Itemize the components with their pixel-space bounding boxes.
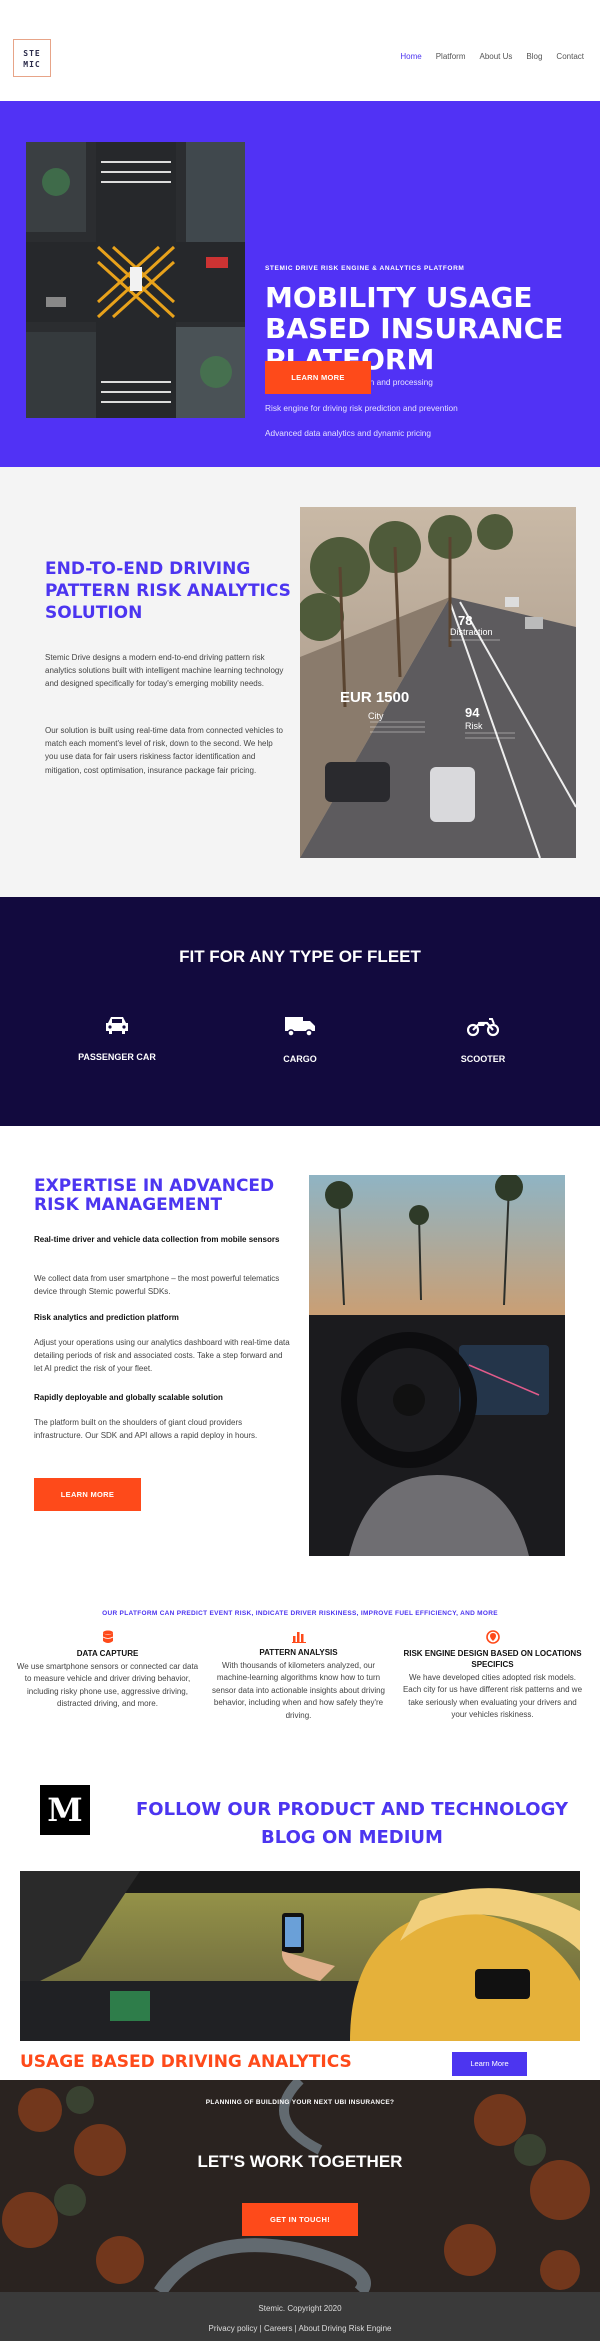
copyright: Stemic. Copyright 2020 — [258, 2304, 342, 2313]
hero-section: STEMIC DRIVE RISK ENGINE & ANALYTICS PLA… — [0, 101, 600, 467]
hero-kicker: STEMIC DRIVE RISK ENGINE & ANALYTICS PLA… — [265, 265, 465, 272]
hero-bullet: Risk engine for driving risk prediction … — [265, 403, 458, 413]
driver-phone-image — [20, 1871, 580, 2041]
nav-home[interactable]: Home — [400, 52, 421, 61]
feature-description: We have developed cities adopted risk mo… — [402, 1673, 583, 1720]
feature-description: We use smartphone sensors or connected c… — [16, 1662, 199, 1709]
feature-title: PATTERN ANALYSIS — [259, 1648, 338, 1657]
solution-paragraph: Our solution is built using real-time da… — [45, 726, 283, 775]
solution-paragraph: Stemic Drive designs a modern end-to-end… — [45, 653, 284, 689]
expertise-paragraph: Adjust your operations using our analyti… — [34, 1338, 290, 1374]
expertise-paragraph: The platform built on the shoulders of g… — [34, 1418, 258, 1441]
motorcycle-icon — [466, 1018, 500, 1037]
nav-platform[interactable]: Platform — [436, 52, 466, 61]
fleet-label: SCOOTER — [460, 1054, 506, 1064]
cta-title: LET'S WORK TOGETHER — [197, 2152, 403, 2171]
location-icon — [485, 1630, 500, 1644]
expertise-heading: Real-time driver and vehicle data collec… — [34, 1235, 280, 1244]
forest-road-background — [0, 2080, 600, 2292]
logo[interactable]: STE MIC — [13, 39, 51, 77]
get-in-touch-button[interactable]: GET IN TOUCH! — [242, 2203, 358, 2236]
expertise-learn-more-button[interactable]: LEARN MORE — [34, 1478, 141, 1511]
expertise-heading: Rapidly deployable and globally scalable… — [34, 1393, 223, 1402]
solution-title: END-TO-END DRIVING PATTERN RISK ANALYTIC… — [45, 559, 291, 623]
medium-blog-link[interactable]: FOLLOW OUR PRODUCT AND TECHNOLOGY BLOG O… — [112, 1796, 592, 1852]
overlay-city: City — [368, 711, 384, 721]
hero-intersection-image — [26, 142, 245, 418]
features-kicker: OUR PLATFORM CAN PREDICT EVENT RISK, IND… — [102, 1610, 498, 1617]
fleet-section: FIT FOR ANY TYPE OF FLEET PASSENGER CAR … — [0, 897, 600, 1126]
site-footer: Stemic. Copyright 2020 Privacy policy | … — [0, 2292, 600, 2341]
tesla-interior-image — [309, 1175, 565, 1556]
overlay-price: EUR 1500 — [340, 689, 409, 706]
cta-section: PLANNING OF BUILDING YOUR NEXT UBI INSUR… — [0, 2080, 600, 2292]
fleet-label: PASSENGER CAR — [78, 1052, 156, 1062]
solution-section: END-TO-END DRIVING PATTERN RISK ANALYTIC… — [0, 467, 600, 897]
feature-risk-engine: RISK ENGINE DESIGN BASED ON LOCATIONS SP… — [400, 1630, 585, 1722]
hero-learn-more-button[interactable]: LEARN MORE — [265, 361, 371, 394]
road-analytics-image: EUR 1500 City 94 Risk 78 Distraction — [300, 507, 576, 858]
analytics-title: USAGE BASED DRIVING ANALYTICS — [20, 2052, 352, 2072]
site-header: STE MIC Home Platform About Us Blog Cont… — [0, 0, 600, 101]
feature-title: DATA CAPTURE — [76, 1649, 139, 1658]
page: STE MIC Home Platform About Us Blog Cont… — [0, 0, 600, 2341]
feature-title: RISK ENGINE DESIGN BASED ON LOCATIONS SP… — [403, 1649, 582, 1669]
nav-blog[interactable]: Blog — [526, 52, 542, 61]
feature-pattern-analysis: PATTERN ANALYSIS With thousands of kilom… — [206, 1630, 391, 1722]
analytics-learn-more-button[interactable]: Learn More — [452, 2052, 527, 2076]
hero-bullet: Advanced data analytics and dynamic pric… — [265, 428, 432, 438]
fleet-item-scooter: SCOOTER — [408, 1015, 558, 1064]
footer-link-about[interactable]: About Driving Risk Engine — [299, 2324, 392, 2333]
overlay-distraction: Distraction — [450, 627, 493, 637]
overlay-risk: Risk — [465, 721, 483, 731]
database-icon — [102, 1630, 113, 1643]
footer-links: Privacy policy | Careers | About Driving… — [0, 2324, 600, 2333]
expertise-paragraph: We collect data from user smartphone – t… — [34, 1274, 280, 1297]
overlay-distraction-number: 78 — [458, 613, 472, 628]
main-nav: Home Platform About Us Blog Contact — [400, 52, 584, 61]
expertise-heading: Risk analytics and prediction platform — [34, 1313, 179, 1322]
expertise-title: EXPERTISE IN ADVANCED RISK MANAGEMENT — [34, 1176, 275, 1215]
car-icon — [106, 1017, 128, 1034]
nav-contact[interactable]: Contact — [556, 52, 584, 61]
chart-icon — [291, 1632, 306, 1643]
fleet-label: CARGO — [283, 1054, 317, 1064]
medium-logo[interactable]: M — [40, 1785, 90, 1835]
feature-data-capture: DATA CAPTURE We use smartphone sensors o… — [15, 1630, 200, 1711]
footer-link-privacy[interactable]: Privacy policy — [209, 2324, 258, 2333]
truck-icon — [285, 1017, 315, 1037]
fleet-item-cargo: CARGO — [225, 1015, 375, 1064]
expertise-section: EXPERTISE IN ADVANCED RISK MANAGEMENT Re… — [0, 1126, 600, 1604]
fleet-item-passenger-car: PASSENGER CAR — [42, 1015, 192, 1062]
footer-link-careers[interactable]: Careers — [264, 2324, 292, 2333]
cta-kicker: PLANNING OF BUILDING YOUR NEXT UBI INSUR… — [205, 2099, 395, 2106]
fleet-title: FIT FOR ANY TYPE OF FLEET — [179, 947, 421, 966]
feature-description: With thousands of kilometers analyzed, o… — [212, 1661, 385, 1720]
overlay-risk-number: 94 — [465, 705, 480, 720]
nav-about-us[interactable]: About Us — [480, 52, 513, 61]
